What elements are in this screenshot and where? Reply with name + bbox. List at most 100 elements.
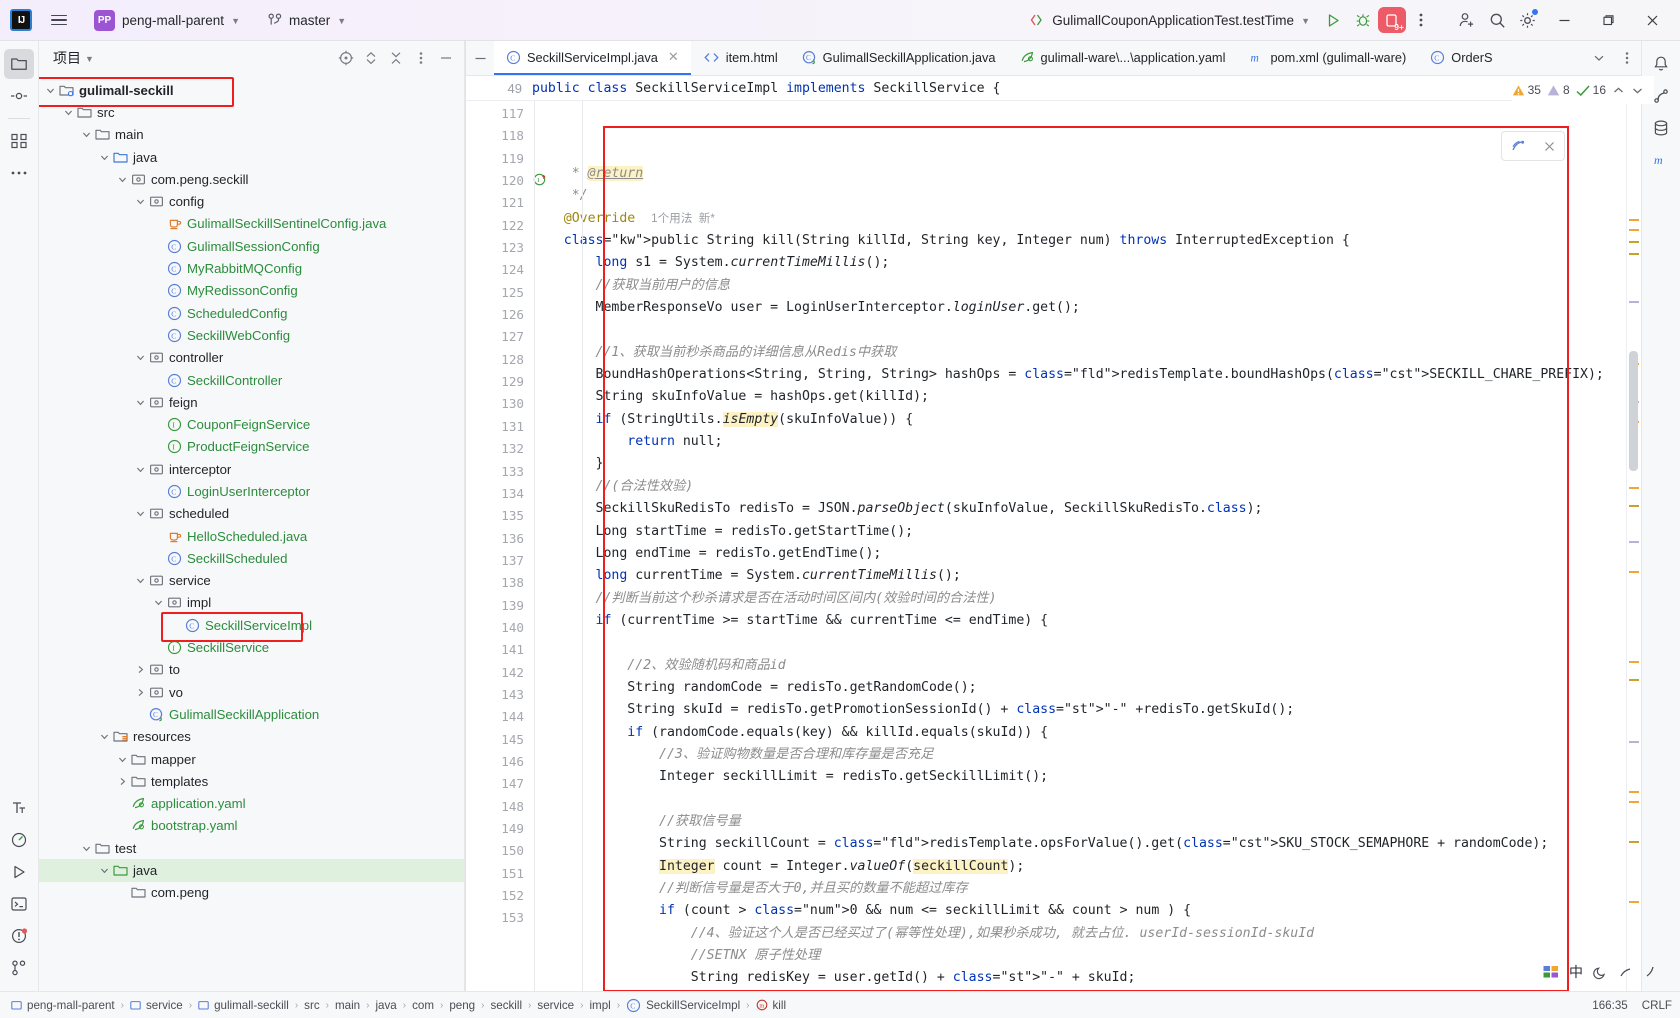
line-number[interactable]: 131 <box>466 416 532 438</box>
line-number[interactable]: 136 <box>466 528 532 550</box>
tree-node-interceptor[interactable]: interceptor <box>39 458 464 480</box>
marker-tick[interactable] <box>1629 219 1639 221</box>
warning-count[interactable]: 35 <box>1512 83 1541 97</box>
code-line[interactable]: long s1 = System.currentTimeMillis(); <box>532 252 1626 274</box>
code-line[interactable]: Long startTime = redisTo.getStartTime(); <box>532 521 1626 543</box>
maximize-button[interactable] <box>1586 0 1630 40</box>
breadcrumb-item-src[interactable]: src <box>301 998 322 1013</box>
run-button[interactable] <box>1318 6 1348 34</box>
tree-node-vo[interactable]: vo <box>39 681 464 703</box>
tree-node-productfeignservice[interactable]: I ProductFeignService <box>39 436 464 458</box>
line-number[interactable]: 152 <box>466 885 532 907</box>
project-selector[interactable]: PP peng-mall-parent ▼ <box>86 7 248 33</box>
line-number[interactable]: 134 <box>466 483 532 505</box>
marker-tick[interactable] <box>1629 801 1639 803</box>
minimize-button[interactable] <box>1542 0 1586 40</box>
search-icon[interactable] <box>1482 6 1512 34</box>
branch-selector[interactable]: master ▼ <box>260 7 354 33</box>
debug-button[interactable] <box>1348 6 1378 34</box>
add-user-icon[interactable] <box>1452 6 1482 34</box>
tree-node-test[interactable]: test <box>39 837 464 859</box>
chevron-down-icon[interactable] <box>97 866 111 875</box>
more-icon[interactable] <box>4 158 34 188</box>
editor-tab-seckillserviceimpl-java[interactable]: C SeckillServiceImpl.java ✕ <box>494 41 691 75</box>
marker-tick[interactable] <box>1629 301 1639 303</box>
maven-icon[interactable]: m <box>1646 145 1676 175</box>
code-line[interactable]: SeckillSkuRedisTo redisTo = JSON.parseOb… <box>532 498 1626 520</box>
marker-tick[interactable] <box>1629 901 1639 903</box>
line-number[interactable]: 129 <box>466 371 532 393</box>
caret-position[interactable]: 166:35 <box>1592 999 1627 1012</box>
line-number[interactable]: 121 <box>466 192 532 214</box>
tree-node-seckillservice[interactable]: I SeckillService <box>39 636 464 658</box>
marker-tick[interactable] <box>1629 241 1639 243</box>
code-line[interactable]: BoundHashOperations<String, String, Stri… <box>532 364 1626 386</box>
code-line[interactable]: //2、效验随机码和商品id <box>532 655 1626 677</box>
breadcrumb-item-com[interactable]: com <box>409 998 437 1013</box>
code-line[interactable]: //判断当前这个秒杀请求是否在活动时间区间内(效验时间的合法性) <box>532 588 1626 610</box>
chevron-down-icon[interactable] <box>97 732 111 741</box>
tree-node-src[interactable]: src <box>39 101 464 123</box>
line-number[interactable]: 150 <box>466 840 532 862</box>
marker-tick[interactable] <box>1629 229 1639 231</box>
breadcrumb-item-java[interactable]: java <box>372 998 399 1013</box>
breadcrumb-item-impl[interactable]: impl <box>586 998 613 1013</box>
tree-node-templates[interactable]: templates <box>39 770 464 792</box>
editor-tabs[interactable]: C SeckillServiceImpl.java ✕ item.html C Gulim… <box>466 41 1641 76</box>
tree-node-resources[interactable]: resources <box>39 726 464 748</box>
editor-marker-bar[interactable] <box>1626 101 1641 991</box>
line-number[interactable]: 144 <box>466 706 532 728</box>
code-line[interactable] <box>532 789 1626 811</box>
chevron-down-icon[interactable] <box>133 197 147 206</box>
line-number[interactable]: 133 <box>466 461 532 483</box>
tree-node-to[interactable]: to <box>39 659 464 681</box>
chevron-down-icon[interactable] <box>61 108 75 117</box>
editor-tab-orders[interactable]: C OrderS <box>1418 41 1504 75</box>
chevron-down-icon[interactable] <box>115 755 129 764</box>
sun-icon[interactable] <box>1618 965 1633 980</box>
line-number[interactable]: 148 <box>466 796 532 818</box>
line-number[interactable]: 140 <box>466 617 532 639</box>
tree-node-impl[interactable]: impl <box>39 592 464 614</box>
more-vertical-icon[interactable] <box>1406 6 1436 34</box>
tree-node-scheduled[interactable]: scheduled <box>39 503 464 525</box>
editor-floating-toolbar[interactable] <box>1501 131 1565 161</box>
chevron-down-icon[interactable] <box>97 153 111 162</box>
tree-node-controller[interactable]: controller <box>39 347 464 369</box>
hamburger-menu-icon[interactable] <box>46 7 72 33</box>
chevron-down-icon[interactable] <box>43 86 57 95</box>
line-number[interactable]: 123 <box>466 237 532 259</box>
chevron-down-icon[interactable] <box>115 175 129 184</box>
terminal-font-icon[interactable] <box>4 793 34 823</box>
code-line[interactable]: return null; <box>532 431 1626 453</box>
tree-node-myrabbitmqconfig[interactable]: C MyRabbitMQConfig <box>39 257 464 279</box>
chevron-down-icon[interactable] <box>133 509 147 518</box>
tree-node-seckillscheduled[interactable]: C SeckillScheduled <box>39 547 464 569</box>
code-line[interactable]: } <box>532 453 1626 475</box>
close-icon[interactable] <box>1544 141 1555 152</box>
tree-node-java[interactable]: java <box>39 859 464 882</box>
select-opened-file-icon[interactable] <box>334 46 358 70</box>
marker-tick[interactable] <box>1629 487 1639 489</box>
tree-node-main[interactable]: main <box>39 124 464 146</box>
tree-node-service[interactable]: service <box>39 570 464 592</box>
gear-icon[interactable] <box>1512 6 1542 34</box>
line-number[interactable]: 119 <box>466 148 532 170</box>
code-line[interactable]: Integer count = Integer.valueOf(seckillC… <box>532 856 1626 878</box>
editor-tab-gulimallseckillapplication-java[interactable]: C GulimallSeckillApplication.java <box>790 41 1008 75</box>
code-line[interactable]: String skuId = redisTo.getPromotionSessi… <box>532 699 1626 721</box>
tab-options-icon[interactable] <box>1613 41 1641 75</box>
marker-tick[interactable] <box>1629 741 1639 743</box>
tree-node-feign[interactable]: feign <box>39 391 464 413</box>
line-number[interactable]: 139 <box>466 595 532 617</box>
notifications-icon[interactable] <box>1646 49 1676 79</box>
chevron-right-icon[interactable] <box>115 777 129 786</box>
breadcrumb-item-seckill[interactable]: seckill <box>487 998 525 1013</box>
debug-sessions-badge[interactable]: 9+ <box>1378 7 1406 33</box>
inspection-widget[interactable]: 35 8 16 <box>1511 76 1654 104</box>
code-line[interactable]: */ <box>532 185 1626 207</box>
marker-tick[interactable] <box>1629 791 1639 793</box>
breadcrumb-item-service[interactable]: service <box>534 998 577 1013</box>
code-vision-icon[interactable] <box>1511 139 1526 154</box>
code-line[interactable]: //SETNX 原子性处理 <box>532 945 1626 967</box>
